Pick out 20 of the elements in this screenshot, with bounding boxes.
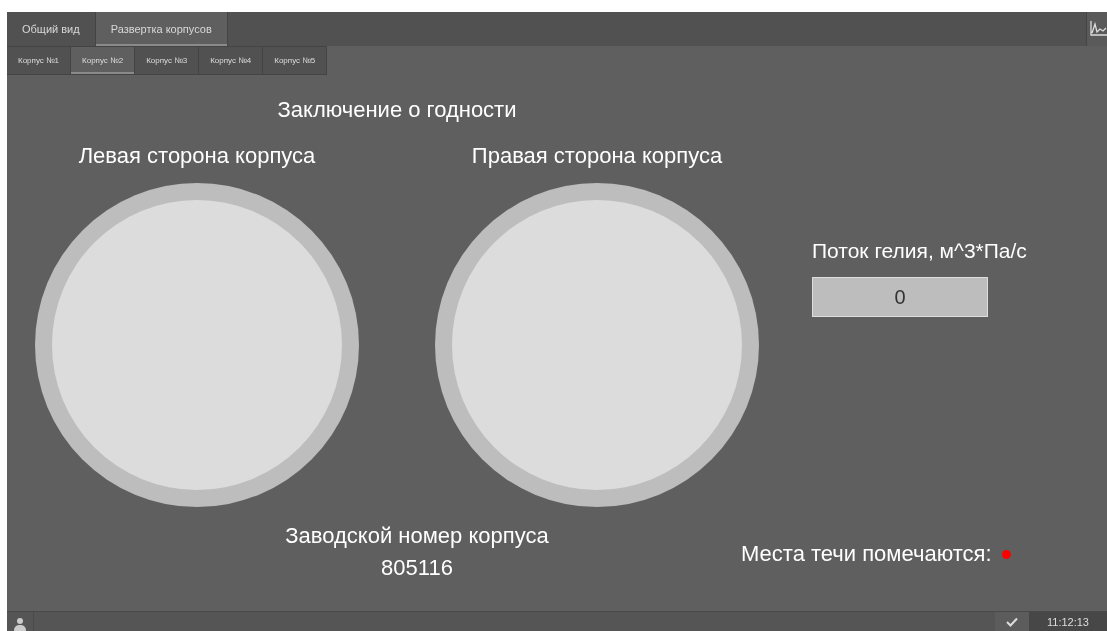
tab[interactable]: Корпус №3 xyxy=(135,46,200,75)
heading: Заключение о годности xyxy=(277,97,517,123)
side-label: Левая сторона корпуса xyxy=(78,143,316,169)
flow-value-field: 0 xyxy=(812,277,988,317)
chart-button[interactable] xyxy=(1086,12,1107,46)
confirm-button[interactable] xyxy=(995,612,1029,631)
serial-label: Заводской номер корпуса xyxy=(285,523,549,549)
tab[interactable]: Развертка корпусов xyxy=(95,12,228,46)
leak-label: Места течи помечаются: xyxy=(741,541,992,567)
flow-label: Поток гелия, м^3*Па/с xyxy=(812,239,1028,263)
tab[interactable]: Корпус №2 xyxy=(71,46,136,75)
clock: 11:12:13 xyxy=(1029,612,1107,631)
check-icon xyxy=(1006,616,1018,627)
tab[interactable]: Корпус №5 xyxy=(263,46,328,75)
user-icon xyxy=(14,617,26,631)
side-label: Правая сторона корпуса xyxy=(471,143,723,169)
tab[interactable]: Корпус №1 xyxy=(7,46,72,75)
serial-number: 805116 xyxy=(381,555,453,581)
tab[interactable]: Корпус №4 xyxy=(199,46,264,75)
line-chart-icon xyxy=(1089,19,1107,39)
